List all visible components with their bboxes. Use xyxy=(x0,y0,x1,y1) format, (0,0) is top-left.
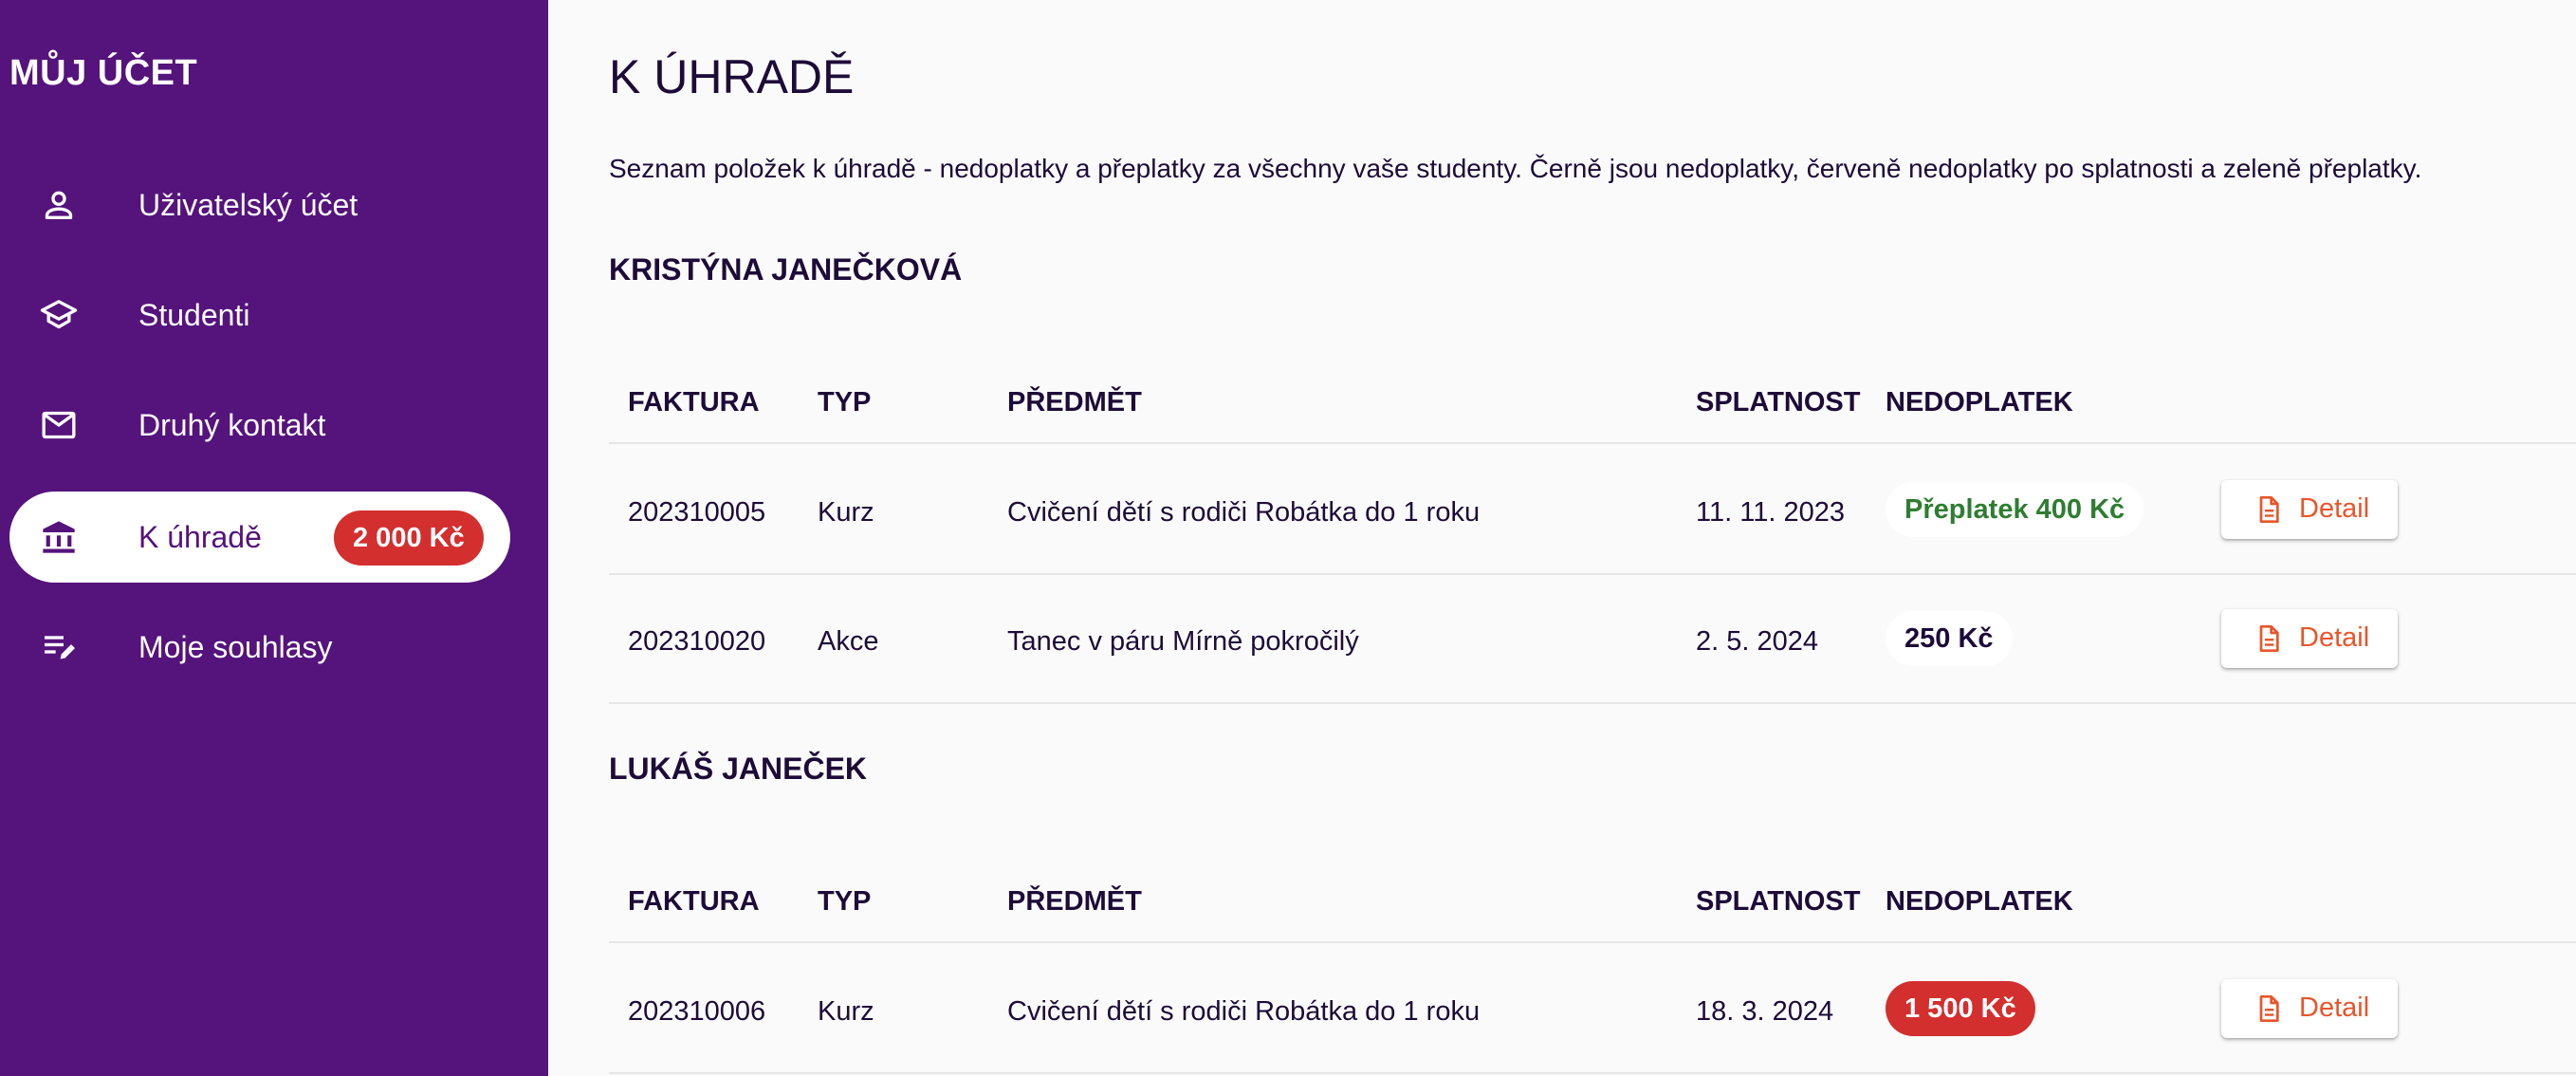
edit-list-icon xyxy=(45,636,75,659)
user-icon xyxy=(45,191,73,219)
detail-button-label: Detail xyxy=(2299,493,2370,524)
detail-button-label: Detail xyxy=(2299,993,2370,1023)
sidebar-title: MŮJ ÚČET xyxy=(9,53,198,93)
column-header-type: TYP xyxy=(818,387,872,417)
detail-button-label: Detail xyxy=(2299,622,2370,653)
document-icon xyxy=(2259,995,2279,1022)
sidebar-item-payments[interactable]: K úhradě 2 000 Kč xyxy=(9,492,510,583)
student-name: LUKÁŠ JANEČEK xyxy=(609,751,868,786)
sidebar-item-label: Studenti xyxy=(138,297,250,332)
item-subject: Cvičení dětí s rodiči Robátka do 1 roku xyxy=(1007,996,1481,1027)
invoice-number: 202310006 xyxy=(628,996,766,1027)
page-description: Seznam položek k úhradě - nedoplatky a p… xyxy=(609,154,2422,183)
item-type: Kurz xyxy=(818,996,874,1027)
sidebar-item-consents[interactable]: Moje souhlasy xyxy=(9,602,510,693)
due-date: 2. 5. 2024 xyxy=(1696,626,1818,657)
detail-button[interactable]: Detail xyxy=(2221,480,2398,539)
table-row: 202310005 Kurz Cvičení dětí s rodiči Rob… xyxy=(609,446,2576,575)
item-subject: Tanec v páru Mírně pokročilý xyxy=(1007,626,1359,657)
table-header: FAKTURA TYP PŘEDMĚT SPLATNOST NEDOPLATEK xyxy=(609,839,2576,943)
due-date: 18. 3. 2024 xyxy=(1696,996,1834,1027)
envelope-icon xyxy=(42,411,76,439)
sidebar-item-second-contact[interactable]: Druhý kontakt xyxy=(9,380,510,471)
amount-chip: 1 500 Kč xyxy=(1886,981,2035,1036)
column-header-due: SPLATNOST xyxy=(1696,886,1861,917)
column-header-subject: PŘEDMĚT xyxy=(1007,886,1142,917)
sidebar-item-label: K úhradě xyxy=(138,519,262,554)
sidebar: MŮJ ÚČET Uživatelský účet Studenti Druhý… xyxy=(0,0,548,1076)
document-icon xyxy=(2259,496,2279,523)
payment-total-badge: 2 000 Kč xyxy=(334,510,484,566)
graduation-cap-icon xyxy=(40,300,78,329)
page-title: K ÚHRADĚ xyxy=(609,50,855,103)
main-content: K ÚHRADĚ Seznam položek k úhradě - nedop… xyxy=(548,0,2576,1076)
item-type: Kurz xyxy=(818,497,874,528)
column-header-amount: NEDOPLATEK xyxy=(1886,886,2073,917)
amount-chip: Přeplatek 400 Kč xyxy=(1886,482,2144,537)
column-header-invoice: FAKTURA xyxy=(628,387,760,417)
detail-button[interactable]: Detail xyxy=(2221,609,2398,668)
column-header-due: SPLATNOST xyxy=(1696,387,1861,417)
due-date: 11. 11. 2023 xyxy=(1696,497,1845,528)
table-row: 202310006 Kurz Cvičení dětí s rodiči Rob… xyxy=(609,945,2576,1074)
sidebar-item-students[interactable]: Studenti xyxy=(9,269,510,361)
column-header-invoice: FAKTURA xyxy=(628,886,760,917)
detail-button[interactable]: Detail xyxy=(2221,979,2398,1038)
item-type: Akce xyxy=(818,626,879,657)
amount-chip: 250 Kč xyxy=(1886,611,2013,666)
item-subject: Cvičení dětí s rodiči Robátka do 1 roku xyxy=(1007,497,1481,528)
document-icon xyxy=(2259,625,2279,652)
column-header-subject: PŘEDMĚT xyxy=(1007,387,1142,417)
sidebar-item-label: Druhý kontakt xyxy=(138,407,326,442)
sidebar-item-user-account[interactable]: Uživatelský účet xyxy=(9,159,510,250)
invoice-number: 202310020 xyxy=(628,626,766,657)
sidebar-item-label: Uživatelský účet xyxy=(138,187,359,222)
table-row: 202310020 Akce Tanec v páru Mírně pokroč… xyxy=(609,575,2576,704)
sidebar-item-label: Moje souhlasy xyxy=(138,629,333,664)
table-header: FAKTURA TYP PŘEDMĚT SPLATNOST NEDOPLATEK xyxy=(609,340,2576,444)
invoice-number: 202310005 xyxy=(628,497,766,528)
bank-icon xyxy=(43,521,75,553)
student-name: KRISTÝNA JANEČKOVÁ xyxy=(609,252,963,287)
column-header-type: TYP xyxy=(818,886,872,917)
column-header-amount: NEDOPLATEK xyxy=(1886,387,2073,417)
